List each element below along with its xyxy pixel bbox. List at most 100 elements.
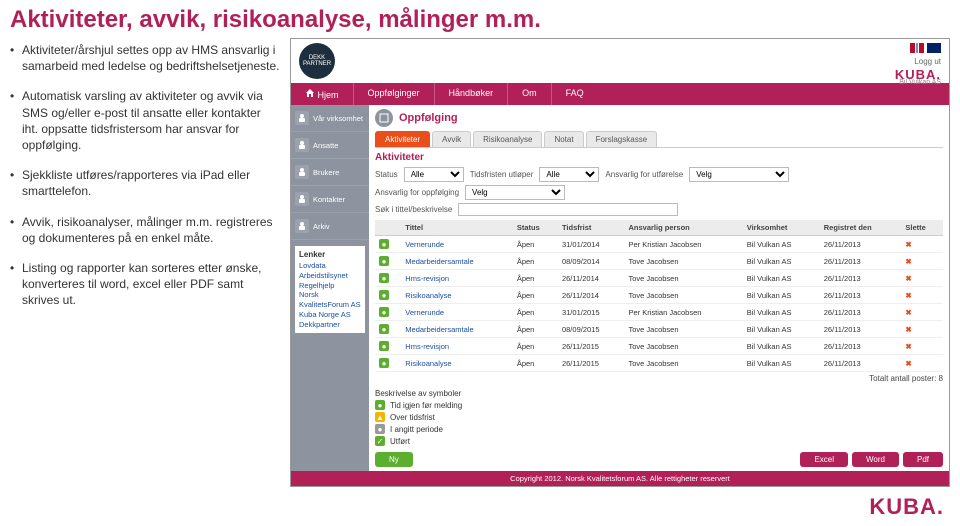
flag-no-icon[interactable] xyxy=(910,43,924,53)
menu-hjem[interactable]: Hjem xyxy=(291,83,353,105)
col-status[interactable]: Status xyxy=(513,220,558,236)
col-tidsfrist[interactable]: Tidsfrist xyxy=(558,220,625,236)
delete-icon[interactable]: ✖ xyxy=(905,342,911,351)
delete-icon[interactable]: ✖ xyxy=(905,325,911,334)
row-delete[interactable]: ✖ xyxy=(901,270,943,287)
menu-faq[interactable]: FAQ xyxy=(551,83,598,105)
tab-risikoanalyse[interactable]: Risikoanalyse xyxy=(473,131,542,147)
export-word-button[interactable]: Word xyxy=(852,452,899,467)
delete-icon[interactable]: ✖ xyxy=(905,240,911,249)
legend-label: Over tidsfrist xyxy=(390,413,435,422)
sidebar-item-vår-virksomhet[interactable]: Vår virksomhet xyxy=(291,105,369,132)
col-status-icon[interactable] xyxy=(375,220,401,236)
delete-icon[interactable]: ✖ xyxy=(905,359,911,368)
followup-icon xyxy=(375,109,393,127)
sidebar-item-arkiv[interactable]: Arkiv xyxy=(291,213,369,240)
row-delete[interactable]: ✖ xyxy=(901,338,943,355)
bullet-item: Sjekkliste utføres/rapporteres via iPad … xyxy=(10,167,280,199)
row-virksomhet: Bil Vulkan AS xyxy=(743,287,820,304)
ansvarlig-opp-select[interactable]: Velg xyxy=(465,185,565,200)
row-tidsfrist: 26/11/2015 xyxy=(558,355,625,372)
row-ansvarlig: Tove Jacobsen xyxy=(624,270,742,287)
link-dekkpartner[interactable]: Dekkpartner xyxy=(299,320,361,330)
menu-oppfølginger[interactable]: Oppfølginger xyxy=(353,83,434,105)
legend-item: ▲Over tidsfrist xyxy=(375,412,943,422)
row-delete[interactable]: ✖ xyxy=(901,287,943,304)
row-status-icon: ● xyxy=(375,338,401,355)
row-status: Åpen xyxy=(513,236,558,253)
sidebar-label: Arkiv xyxy=(313,222,330,231)
legend-icon: ✓ xyxy=(375,436,385,446)
partner-badge: DEKK PARTNER xyxy=(299,43,335,79)
delete-icon[interactable]: ✖ xyxy=(905,291,911,300)
tidsfrist-label: Tidsfristen utløper xyxy=(470,170,534,179)
app-footer: Copyright 2012. Norsk Kvalitetsforum AS.… xyxy=(291,471,949,486)
delete-icon[interactable]: ✖ xyxy=(905,257,911,266)
delete-icon[interactable]: ✖ xyxy=(905,274,911,283)
sidebar-item-kontakter[interactable]: Kontakter xyxy=(291,186,369,213)
legend-label: I angitt periode xyxy=(390,425,443,434)
row-virksomhet: Bil Vulkan AS xyxy=(743,304,820,321)
menu-om[interactable]: Om xyxy=(507,83,551,105)
export-excel-button[interactable]: Excel xyxy=(800,452,848,467)
col-tittel[interactable]: Tittel xyxy=(401,220,513,236)
menu-håndbøker[interactable]: Håndbøker xyxy=(434,83,508,105)
ansvarlig-ut-label: Ansvarlig for utførelse xyxy=(605,170,683,179)
search-input[interactable] xyxy=(458,203,678,216)
col-slette[interactable]: Slette xyxy=(901,220,943,236)
row-virksomhet: Bil Vulkan AS xyxy=(743,236,820,253)
tab-aktiviteter[interactable]: Aktiviteter xyxy=(375,131,430,147)
row-title[interactable]: Hms-revisjon xyxy=(401,338,513,355)
status-label: Status xyxy=(375,170,398,179)
new-button[interactable]: Ny xyxy=(375,452,413,467)
col-ansvarlig-person[interactable]: Ansvarlig person xyxy=(624,220,742,236)
flag-uk-icon[interactable] xyxy=(927,43,941,53)
row-title[interactable]: Risikoanalyse xyxy=(401,355,513,372)
row-ansvarlig: Per Kristian Jacobsen xyxy=(624,236,742,253)
col-registret-den[interactable]: Registret den xyxy=(820,220,902,236)
link-norsk-kvalitetsforum-as[interactable]: Norsk KvalitetsForum AS xyxy=(299,290,361,310)
row-delete[interactable]: ✖ xyxy=(901,304,943,321)
status-select[interactable]: Alle xyxy=(404,167,464,182)
sidebar-icon xyxy=(295,219,309,233)
row-status: Åpen xyxy=(513,338,558,355)
ansvarlig-ut-select[interactable]: Velg xyxy=(689,167,789,182)
tab-forslagskasse[interactable]: Forslagskasse xyxy=(586,131,658,147)
row-registret: 26/11/2013 xyxy=(820,304,902,321)
sidebar-item-brukere[interactable]: Brukere xyxy=(291,159,369,186)
aktiviteter-table: TittelStatusTidsfristAnsvarlig personVir… xyxy=(375,220,943,372)
link-lovdata[interactable]: Lovdata xyxy=(299,261,361,271)
row-registret: 26/11/2013 xyxy=(820,236,902,253)
row-registret: 26/11/2013 xyxy=(820,270,902,287)
row-delete[interactable]: ✖ xyxy=(901,355,943,372)
row-delete[interactable]: ✖ xyxy=(901,321,943,338)
row-ansvarlig: Tove Jacobsen xyxy=(624,321,742,338)
row-title[interactable]: Vernerunde xyxy=(401,304,513,321)
row-title[interactable]: Risikoanalyse xyxy=(401,287,513,304)
export-pdf-button[interactable]: Pdf xyxy=(903,452,943,467)
row-title[interactable]: Vernerunde xyxy=(401,236,513,253)
row-title[interactable]: Hms-revisjon xyxy=(401,270,513,287)
link-regelhjelp[interactable]: Regelhjelp xyxy=(299,281,361,291)
link-arbeidstilsynet[interactable]: Arbeidstilsynet xyxy=(299,271,361,281)
sidebar-label: Brukere xyxy=(313,168,339,177)
row-virksomhet: Bil Vulkan AS xyxy=(743,253,820,270)
tab-notat[interactable]: Notat xyxy=(544,131,583,147)
link-kuba-norge-as[interactable]: Kuba Norge AS xyxy=(299,310,361,320)
logout-link[interactable]: Logg ut xyxy=(914,57,941,66)
col-virksomhet[interactable]: Virksomhet xyxy=(743,220,820,236)
row-title[interactable]: Medarbeidersamtale xyxy=(401,253,513,270)
sidebar: Vår virksomhet Ansatte Brukere Kontakter Ark… xyxy=(291,105,369,471)
sidebar-item-ansatte[interactable]: Ansatte xyxy=(291,132,369,159)
sidebar-label: Ansatte xyxy=(313,141,338,150)
delete-icon[interactable]: ✖ xyxy=(905,308,911,317)
row-delete[interactable]: ✖ xyxy=(901,253,943,270)
row-title[interactable]: Medarbeidersamtale xyxy=(401,321,513,338)
row-delete[interactable]: ✖ xyxy=(901,236,943,253)
sidebar-icon xyxy=(295,111,309,125)
tidsfrist-select[interactable]: Alle xyxy=(539,167,599,182)
tab-avvik[interactable]: Avvik xyxy=(432,131,471,147)
row-ansvarlig: Tove Jacobsen xyxy=(624,253,742,270)
crumb-title: Oppfølging xyxy=(399,112,458,124)
table-row: ●RisikoanalyseÅpen26/11/2014Tove Jacobse… xyxy=(375,287,943,304)
